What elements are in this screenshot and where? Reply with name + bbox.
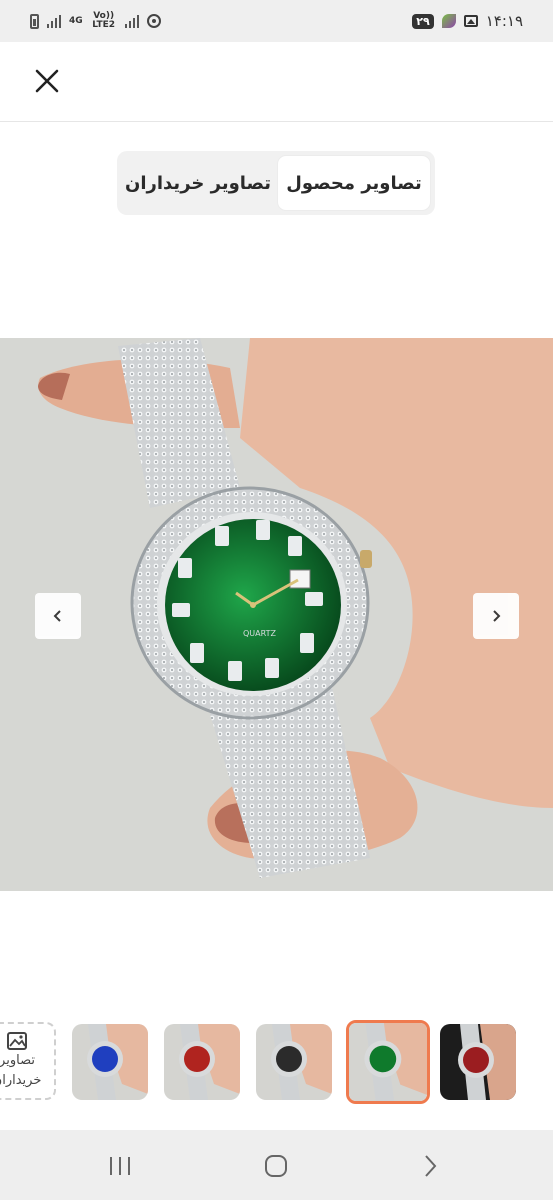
status-left: 4G Vo)) LTE2 (30, 12, 161, 30)
previous-image-button[interactable] (35, 593, 81, 639)
tab-product-images[interactable]: تصاویر محصول (278, 156, 430, 210)
network-lte-label: Vo)) LTE2 (92, 11, 116, 30)
buyer-tile-line1: تصاویر (0, 1053, 35, 1068)
thumbnail-image (256, 1024, 332, 1100)
tab-buyer-images[interactable]: تصاویر خریداران (122, 156, 274, 210)
chevron-left-icon (53, 610, 61, 622)
close-button[interactable] (30, 64, 64, 98)
thumbnail-image (164, 1024, 240, 1100)
app-leaf-icon (441, 14, 456, 28)
buyer-tile-line2: خریداران (0, 1073, 42, 1088)
thumbnail-red-watch[interactable] (164, 1024, 240, 1100)
next-image-button[interactable] (473, 593, 519, 639)
system-nav-bar (0, 1130, 553, 1200)
watch-photo: QUARTZ (0, 338, 553, 891)
thumbnail-image (72, 1024, 148, 1100)
hotspot-icon (146, 14, 161, 28)
image-icon (7, 1032, 27, 1050)
home-icon (265, 1155, 287, 1177)
thumbnail-green-watch-selected[interactable] (346, 1020, 430, 1104)
recent-apps-button[interactable] (100, 1150, 140, 1182)
network-4g-label: 4G (69, 15, 83, 26)
image-source-tabs: تصاویر محصول تصاویر خریداران (117, 151, 435, 215)
status-bar: 4G Vo)) LTE2 ۲۹ ۱۴:۱۹ (0, 0, 553, 42)
close-icon (35, 69, 59, 93)
thumbnail-black-watch[interactable] (256, 1024, 332, 1100)
thumbnail-blue-watch[interactable] (72, 1024, 148, 1100)
recent-apps-icon (110, 1157, 130, 1175)
notification-badge: ۲۹ (412, 13, 434, 29)
thumbnail-red-watch-dark[interactable] (440, 1024, 516, 1100)
buyer-images-tile[interactable]: تصاویر خریداران (0, 1022, 56, 1100)
signal-icon (47, 14, 61, 28)
main-product-image[interactable]: QUARTZ (0, 338, 553, 891)
header (0, 42, 553, 122)
back-button[interactable] (410, 1150, 450, 1182)
chevron-right-icon (493, 610, 501, 622)
status-right: ۲۹ ۱۴:۱۹ (412, 12, 523, 30)
thumbnail-image (440, 1024, 516, 1100)
battery-icon (30, 13, 39, 29)
thumbnail-image (349, 1023, 427, 1101)
signal-icon-2 (124, 14, 139, 28)
gallery-icon (463, 15, 478, 27)
chevron-right-back-icon (425, 1155, 437, 1177)
home-button[interactable] (256, 1150, 296, 1182)
thumbnail-strip: تصاویر خریداران (0, 1020, 553, 1104)
dial-text: QUARTZ (243, 629, 276, 638)
status-time: ۱۴:۱۹ (485, 12, 523, 30)
